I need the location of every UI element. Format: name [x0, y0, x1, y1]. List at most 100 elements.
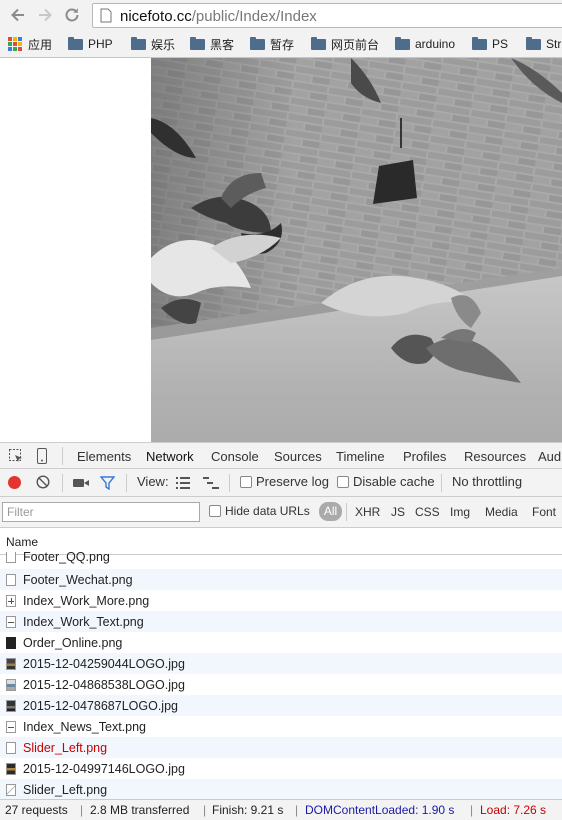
hide-data-urls-label: Hide data URLs — [225, 504, 310, 518]
disable-cache-checkbox[interactable]: Disable cache — [337, 474, 435, 489]
bookmark-temp[interactable]: 暂存 — [250, 35, 294, 53]
tab-timeline[interactable]: Timeline — [336, 449, 385, 464]
request-name: Index_Work_More.png — [23, 594, 150, 608]
name-column-header[interactable]: Name — [0, 528, 562, 555]
checkbox-box[interactable] — [209, 505, 221, 517]
filter-funnel-icon[interactable] — [99, 476, 116, 493]
back-arrow-icon[interactable] — [8, 5, 28, 25]
filter-type-media[interactable]: Media — [485, 505, 518, 519]
pigeons-photo — [151, 58, 562, 442]
dom-content-loaded-time: DOMContentLoaded: 1.90 s — [305, 803, 455, 817]
reload-icon[interactable] — [62, 5, 82, 25]
filter-type-css[interactable]: CSS — [415, 505, 440, 519]
bookmark-entertainment[interactable]: 娱乐 — [131, 35, 175, 53]
request-row[interactable]: Index_Work_Text.png — [0, 611, 562, 632]
request-row[interactable]: Footer_QQ.png — [0, 552, 562, 567]
transferred-size: 2.8 MB transferred — [90, 803, 190, 817]
tab-elements[interactable]: Elements — [77, 449, 131, 464]
blank-file-icon — [6, 552, 16, 563]
request-name: Slider_Left.png — [23, 741, 108, 755]
bookmark-apps[interactable]: 应用 — [8, 35, 52, 53]
request-name: Footer_QQ.png — [23, 552, 110, 564]
tab-console[interactable]: Console — [211, 449, 259, 464]
url-text: nicefoto.cc/public/Index/Index — [120, 8, 317, 25]
photo-thumb-icon — [6, 679, 16, 691]
bookmark-arduino[interactable]: arduino — [395, 35, 455, 53]
address-bar[interactable]: nicefoto.cc/public/Index/Index — [92, 3, 562, 28]
throttling-select[interactable]: No throttling — [452, 474, 522, 489]
bookmark-label: arduino — [415, 37, 456, 51]
request-row[interactable]: Index_Work_More.png — [0, 590, 562, 611]
filter-type-xhr[interactable]: XHR — [355, 505, 380, 519]
tab-resources[interactable]: Resources — [464, 449, 526, 464]
separator — [126, 474, 127, 492]
browser-toolbar: nicefoto.cc/public/Index/Index — [0, 0, 562, 31]
separator — [441, 474, 442, 492]
request-name: Order_Online.png — [23, 636, 123, 650]
bookmark-frontend[interactable]: 网页前台 — [311, 35, 379, 53]
disable-cache-label: Disable cache — [353, 474, 435, 489]
device-mode-icon[interactable] — [36, 448, 48, 467]
filter-type-js[interactable]: JS — [391, 505, 405, 519]
folder-icon — [526, 36, 541, 50]
request-name: Footer_Wechat.png — [23, 573, 133, 587]
large-rows-icon[interactable] — [176, 477, 190, 492]
request-name: Slider_Left.png — [23, 783, 108, 797]
bookmark-ps[interactable]: PS — [472, 35, 508, 53]
folder-icon — [472, 36, 487, 50]
request-row[interactable]: Index_News_Text.png — [0, 716, 562, 737]
request-row[interactable]: 2015-12-04997146LOGO.jpg — [0, 758, 562, 779]
request-row[interactable]: 2015-12-0478687LOGO.jpg — [0, 695, 562, 716]
photo-thumb-icon — [6, 763, 16, 775]
filter-type-font[interactable]: Font — [532, 505, 556, 519]
filter-type-all[interactable]: All — [319, 502, 342, 521]
separator — [62, 447, 63, 465]
request-row[interactable]: Footer_Wechat.png — [0, 569, 562, 590]
clear-icon[interactable] — [36, 475, 50, 492]
record-icon[interactable] — [8, 476, 21, 489]
bookmark-stru[interactable]: Stru — [526, 35, 562, 53]
bookmark-label: Stru — [546, 37, 562, 51]
blank-file-icon — [6, 574, 16, 586]
folder-icon — [250, 36, 265, 50]
tab-profiles[interactable]: Profiles — [403, 449, 446, 464]
bookmark-hacker[interactable]: 黑客 — [190, 35, 234, 53]
request-row[interactable]: 2015-12-04868538LOGO.jpg — [0, 674, 562, 695]
inspect-element-icon[interactable] — [8, 448, 24, 467]
bookmark-label: 娱乐 — [151, 37, 176, 52]
folder-icon — [311, 36, 326, 50]
bookmark-label: 暂存 — [270, 37, 295, 52]
bookmark-label: 网页前台 — [331, 37, 380, 52]
request-name: 2015-12-0478687LOGO.jpg — [23, 699, 178, 713]
request-name: Index_News_Text.png — [23, 720, 146, 734]
tab-audits[interactable]: Aud — [538, 449, 561, 464]
bookmark-label: PS — [492, 37, 509, 51]
filter-input[interactable] — [2, 502, 200, 522]
bookmark-label: 应用 — [28, 37, 53, 52]
photo-thumb-icon — [6, 658, 16, 670]
request-row[interactable]: Slider_Left.png — [0, 779, 562, 799]
separator — [62, 474, 63, 492]
broken-image-icon — [6, 784, 16, 796]
tab-network[interactable]: Network — [140, 449, 200, 471]
line-image-icon — [6, 721, 16, 733]
forward-arrow-icon[interactable] — [35, 5, 55, 25]
finish-time: Finish: 9.21 s — [212, 803, 284, 817]
separator: | — [203, 803, 207, 817]
folder-icon — [68, 36, 83, 50]
checkbox-box[interactable] — [337, 475, 349, 488]
request-row[interactable]: Slider_Left.png — [0, 737, 562, 758]
request-name: 2015-12-04997146LOGO.jpg — [23, 762, 185, 776]
preserve-log-label: Preserve log — [256, 474, 329, 489]
request-row[interactable]: 2015-12-04259044LOGO.jpg — [0, 653, 562, 674]
request-row[interactable]: Order_Online.png — [0, 632, 562, 653]
screenshot-camera-icon[interactable] — [73, 477, 89, 492]
waterfall-overview-icon[interactable] — [203, 477, 219, 492]
filter-type-img[interactable]: Img — [450, 505, 470, 519]
bookmark-php[interactable]: PHP — [68, 35, 113, 53]
preserve-log-checkbox[interactable]: Preserve log — [240, 474, 329, 489]
hide-data-urls-checkbox[interactable]: Hide data URLs — [209, 504, 310, 518]
tab-sources[interactable]: Sources — [274, 449, 322, 464]
checkbox-box[interactable] — [240, 475, 252, 488]
apps-grid-icon — [8, 37, 22, 51]
